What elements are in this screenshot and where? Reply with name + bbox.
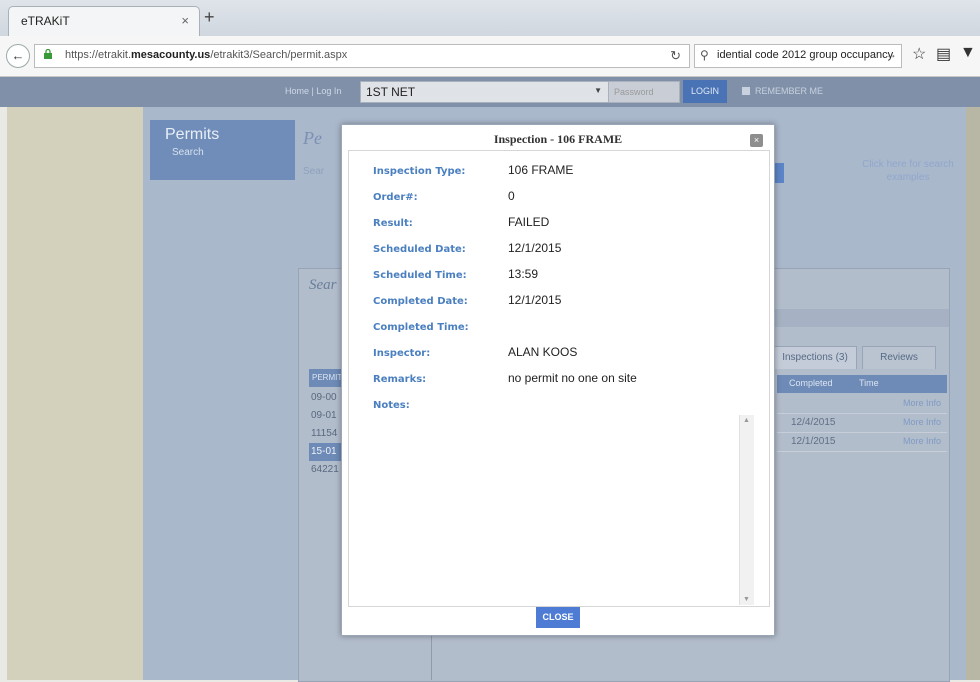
remember-me-checkbox[interactable]: REMEMBER ME <box>742 86 823 96</box>
tab-title: eTRAKiT <box>21 14 70 28</box>
field-label: Completed Date: <box>373 296 468 307</box>
field-label: Scheduled Time: <box>373 270 467 281</box>
scroll-down-icon[interactable]: ▼ <box>743 596 750 603</box>
field-label: Result: <box>373 218 413 229</box>
tab-reviews[interactable]: Reviews <box>862 346 936 369</box>
search-text: idential code 2012 group occupancy <box>717 49 894 61</box>
reading-list-icon[interactable]: ▤ <box>936 44 951 64</box>
dialog-header: Inspection - 106 FRAME × <box>342 125 774 151</box>
url-text: https://etrakit.mesacounty.us/etrakit3/S… <box>65 49 347 61</box>
field-result: Result: FAILED <box>373 215 753 231</box>
right-column <box>966 107 980 680</box>
inspection-dialog: Inspection - 106 FRAME × Inspection Type… <box>341 124 775 636</box>
field-scheduled-date: Scheduled Date: 12/1/2015 <box>373 241 753 257</box>
notes-scrollbar[interactable]: ▲ ▼ <box>739 415 754 605</box>
field-label: Notes: <box>373 400 410 411</box>
close-button[interactable]: CLOSE <box>536 607 580 628</box>
account-select[interactable]: 1ST NET ▼ <box>360 81 609 103</box>
field-value: FAILED <box>508 215 550 229</box>
table-row: More Info <box>777 395 947 414</box>
field-value: ALAN KOOS <box>508 345 578 359</box>
field-value: 13:59 <box>508 267 539 281</box>
lock-icon <box>44 49 52 59</box>
more-info-link[interactable]: More Info <box>903 417 941 427</box>
field-label: Inspection Type: <box>373 166 466 177</box>
inspections-table-header: Completed Time <box>777 375 947 393</box>
password-placeholder: Password <box>614 87 654 97</box>
panel-band <box>769 309 949 327</box>
permits-search-link[interactable]: Search <box>172 147 204 158</box>
permits-nav-box[interactable]: Permits Search <box>150 120 295 180</box>
field-completed-date: Completed Date: 12/1/2015 <box>373 293 753 309</box>
dialog-title: Inspection - 106 FRAME <box>493 132 623 146</box>
notes-textarea[interactable] <box>359 415 754 605</box>
browser-search-input[interactable]: ⚲ idential code 2012 group occupancy → <box>694 44 902 68</box>
reload-icon[interactable]: ↻ <box>670 48 681 64</box>
left-column <box>7 107 143 680</box>
home-login-links[interactable]: Home | Log In <box>285 86 341 96</box>
more-info-link[interactable]: More Info <box>903 398 941 408</box>
page-title: Pe <box>303 128 322 148</box>
field-completed-time: Completed Time: <box>373 319 753 335</box>
url-prefix: https://etrakit. <box>65 49 132 61</box>
password-input[interactable]: Password <box>608 81 680 103</box>
scroll-up-icon[interactable]: ▲ <box>743 417 750 424</box>
field-notes: Notes: <box>373 397 753 413</box>
url-path: /etrakit3/Search/permit.aspx <box>210 49 348 61</box>
chevron-down-icon: ▼ <box>594 86 602 95</box>
close-icon[interactable]: × <box>750 134 763 147</box>
field-order: Order#: 0 <box>373 189 753 205</box>
permits-title: Permits <box>165 126 220 143</box>
tab-close-icon[interactable]: × <box>181 13 189 28</box>
more-info-link[interactable]: More Info <box>903 436 941 446</box>
field-inspection-type: Inspection Type: 106 FRAME <box>373 163 753 179</box>
account-value: 1ST NET <box>366 85 416 99</box>
col-completed: Completed <box>789 378 833 388</box>
field-value: 12/1/2015 <box>508 241 562 255</box>
field-remarks: Remarks: no permit no one on site <box>373 371 753 387</box>
bookmark-star-icon[interactable]: ☆ <box>912 44 926 64</box>
remember-label: REMEMBER ME <box>755 86 824 96</box>
search-label: Sear <box>303 166 325 177</box>
login-bar: Home | Log In 1ST NET ▼ Password LOGIN R… <box>0 77 980 107</box>
field-inspector: Inspector: ALAN KOOS <box>373 345 753 361</box>
tab-inspections[interactable]: Inspections (3) <box>773 346 857 369</box>
login-button[interactable]: LOGIN <box>683 80 727 103</box>
browser-tab-bar: eTRAKiT × + <box>0 0 980 38</box>
search-examples-link[interactable]: Click here for search examples <box>858 158 958 184</box>
table-row: 12/1/2015 More Info <box>777 433 947 452</box>
field-value: 12/1/2015 <box>508 293 562 307</box>
field-label: Scheduled Date: <box>373 244 466 255</box>
field-value: 0 <box>508 189 515 203</box>
field-label: Completed Time: <box>373 322 469 333</box>
field-value: no permit no one on site <box>508 371 637 385</box>
dialog-content: Inspection Type: 106 FRAME Order#: 0 Res… <box>348 150 770 607</box>
url-bar[interactable]: https://etrakit.mesacounty.us/etrakit3/S… <box>34 44 690 68</box>
pocket-icon[interactable]: ▼ <box>960 44 976 62</box>
table-row: 12/4/2015 More Info <box>777 414 947 433</box>
new-tab-button[interactable]: + <box>204 8 215 26</box>
browser-tab[interactable]: eTRAKiT × <box>8 6 200 37</box>
url-domain: mesacounty.us <box>131 49 211 61</box>
field-scheduled-time: Scheduled Time: 13:59 <box>373 267 753 283</box>
browser-nav-bar: ← https://etrakit.mesacounty.us/etrakit3… <box>0 36 980 77</box>
field-label: Order#: <box>373 192 418 203</box>
col-time: Time <box>859 378 879 388</box>
field-label: Inspector: <box>373 348 431 359</box>
search-icon: ⚲ <box>700 48 709 62</box>
row-date: 12/1/2015 <box>791 436 836 447</box>
row-date: 12/4/2015 <box>791 417 836 428</box>
field-value: 106 FRAME <box>508 163 574 177</box>
field-label: Remarks: <box>373 374 427 385</box>
back-arrow-icon[interactable]: ← <box>6 44 30 68</box>
search-go-icon[interactable]: → <box>885 47 897 61</box>
search-results-title: Sear <box>309 277 337 293</box>
checkbox-box <box>742 87 750 95</box>
